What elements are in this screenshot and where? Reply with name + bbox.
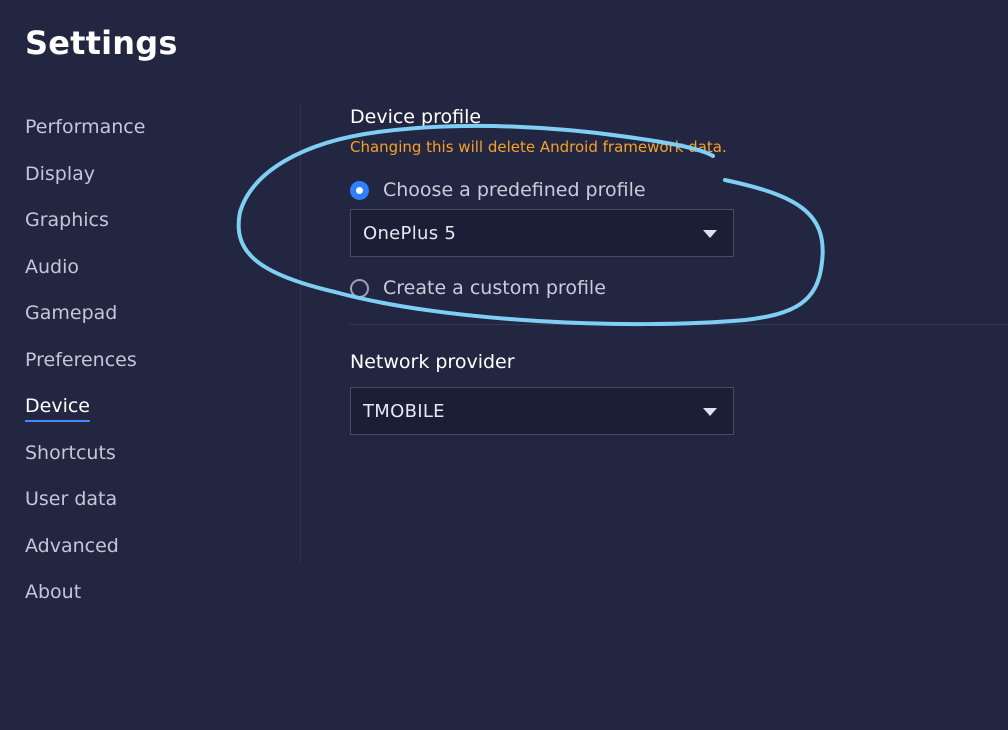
sidebar-item-device[interactable]: Device — [25, 394, 90, 422]
sidebar-item-user-data[interactable]: User data — [25, 487, 117, 511]
predefined-profile-radio[interactable]: Choose a predefined profile — [350, 179, 646, 201]
section-divider — [350, 324, 1008, 325]
custom-profile-radio[interactable]: Create a custom profile — [350, 277, 606, 299]
network-provider-select[interactable]: TMOBILE — [350, 387, 734, 435]
device-profile-warning: Changing this will delete Android framew… — [350, 138, 727, 156]
sidebar-item-audio[interactable]: Audio — [25, 255, 79, 279]
predefined-profile-label: Choose a predefined profile — [383, 179, 646, 201]
sidebar-item-preferences[interactable]: Preferences — [25, 348, 137, 372]
sidebar-item-advanced[interactable]: Advanced — [25, 534, 119, 558]
network-provider-value: TMOBILE — [363, 400, 445, 422]
sidebar-item-gamepad[interactable]: Gamepad — [25, 301, 117, 325]
radio-checked-icon[interactable] — [350, 180, 369, 200]
custom-profile-label: Create a custom profile — [383, 277, 606, 299]
sidebar-item-about[interactable]: About — [25, 580, 81, 604]
sidebar-item-display[interactable]: Display — [25, 162, 95, 186]
sidebar-item-shortcuts[interactable]: Shortcuts — [25, 441, 116, 465]
page-title: Settings — [25, 24, 178, 62]
network-provider-title: Network provider — [350, 351, 515, 373]
profile-select[interactable]: OnePlus 5 — [350, 209, 734, 257]
device-profile-title: Device profile — [350, 106, 482, 128]
radio-unchecked-icon[interactable] — [350, 278, 369, 298]
caret-down-icon — [703, 408, 717, 416]
sidebar-item-performance[interactable]: Performance — [25, 115, 145, 139]
profile-select-value: OnePlus 5 — [363, 222, 457, 244]
caret-down-icon — [703, 230, 717, 238]
sidebar-item-graphics[interactable]: Graphics — [25, 208, 109, 232]
